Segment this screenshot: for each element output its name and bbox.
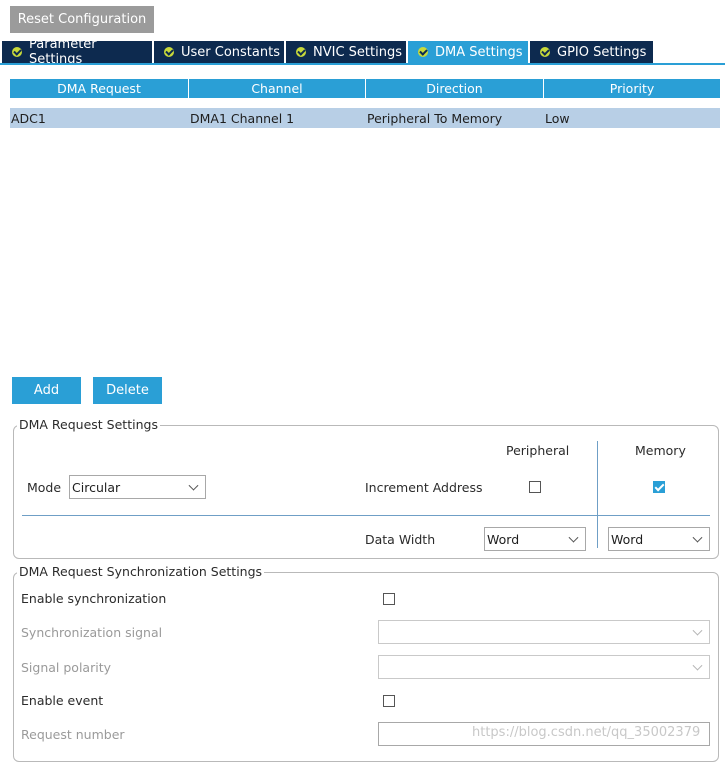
watermark-text: https://blog.csdn.net/qq_35002379 [472, 725, 701, 740]
check-circle-icon [12, 47, 22, 57]
increment-peripheral-checkbox[interactable] [529, 481, 541, 493]
add-button[interactable]: Add [12, 377, 81, 404]
section-divider [22, 515, 710, 516]
signal-polarity-select[interactable] [378, 655, 710, 679]
column-header-priority[interactable]: Priority [544, 79, 720, 98]
memory-column-header: Memory [635, 443, 686, 458]
data-width-peripheral-select[interactable]: Word [484, 527, 586, 551]
peripheral-column-header: Peripheral [506, 443, 570, 458]
mode-select[interactable]: Circular [69, 475, 206, 499]
increment-address-label: Increment Address [365, 480, 483, 495]
mode-select-value: Circular [72, 479, 121, 495]
dma-request-settings-title: DMA Request Settings [17, 417, 160, 432]
tab-user-constants[interactable]: User Constants [154, 41, 285, 63]
check-circle-icon [164, 47, 174, 57]
tab-gpio-settings[interactable]: GPIO Settings [530, 41, 654, 63]
tab-parameter-settings[interactable]: Parameter Settings [2, 37, 153, 67]
check-circle-icon [540, 47, 550, 57]
chevron-down-icon [692, 625, 703, 636]
tab-dma-settings[interactable]: DMA Settings [408, 41, 529, 63]
cell-channel[interactable]: DMA1 Channel 1 [189, 108, 365, 128]
data-width-peripheral-value: Word [487, 531, 520, 547]
chevron-down-icon [568, 532, 579, 543]
cell-dma-request[interactable]: ADC1 [10, 108, 188, 128]
column-header-channel[interactable]: Channel [189, 79, 365, 98]
enable-synchronization-label: Enable synchronization [21, 591, 167, 606]
tab-label: GPIO Settings [557, 44, 647, 60]
data-width-memory-select[interactable]: Word [608, 527, 710, 551]
column-header-direction[interactable]: Direction [366, 79, 543, 98]
cell-priority[interactable]: Low [544, 108, 720, 128]
column-header-dma-request[interactable]: DMA Request [10, 79, 188, 98]
chevron-down-icon [188, 480, 199, 491]
cell-direction[interactable]: Peripheral To Memory [366, 108, 543, 128]
signal-polarity-label: Signal polarity [21, 660, 111, 675]
dma-sync-settings-title: DMA Request Synchronization Settings [17, 564, 265, 579]
enable-synchronization-checkbox[interactable] [383, 593, 395, 605]
settings-tab-bar: Parameter Settings User Constants NVIC S… [0, 37, 725, 67]
request-number-label: Request number [21, 727, 125, 742]
reset-configuration-button[interactable]: Reset Configuration [10, 6, 154, 33]
enable-event-label: Enable event [21, 693, 104, 708]
mode-label: Mode [27, 480, 62, 495]
tab-label: User Constants [181, 44, 280, 60]
tab-label: DMA Settings [435, 44, 523, 60]
chevron-down-icon [692, 660, 703, 671]
tab-nvic-settings[interactable]: NVIC Settings [286, 41, 407, 63]
increment-memory-checkbox[interactable] [653, 481, 665, 493]
chevron-down-icon [692, 532, 703, 543]
check-circle-icon [418, 47, 428, 57]
synchronization-signal-select[interactable] [378, 620, 710, 644]
tab-underline [0, 63, 725, 65]
delete-button[interactable]: Delete [93, 377, 162, 404]
check-circle-icon [296, 47, 306, 57]
data-width-label: Data Width [365, 532, 436, 547]
synchronization-signal-label: Synchronization signal [21, 625, 163, 640]
column-divider [597, 441, 598, 548]
data-width-memory-value: Word [611, 531, 644, 547]
tab-label: NVIC Settings [313, 44, 402, 60]
enable-event-checkbox[interactable] [383, 695, 395, 707]
